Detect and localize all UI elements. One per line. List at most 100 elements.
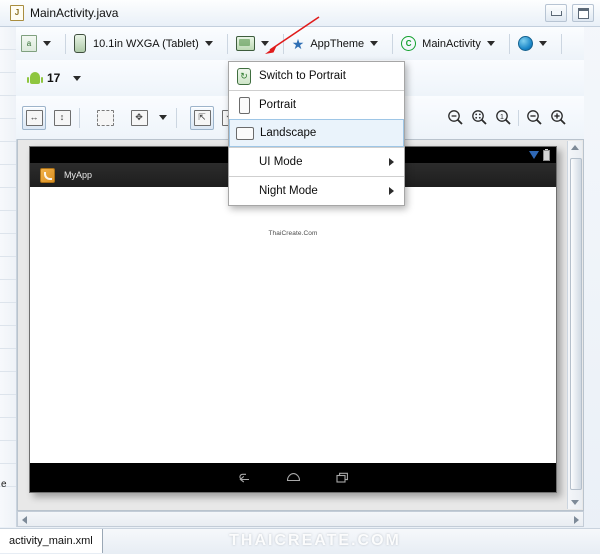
match-height-button[interactable]: ↕	[50, 106, 74, 130]
show-outline-button[interactable]	[93, 106, 117, 130]
palette-row[interactable]	[0, 418, 16, 441]
chevron-down-icon[interactable]	[538, 41, 547, 46]
distribute-icon: ✥	[130, 109, 148, 126]
match-width-button[interactable]: ↔	[22, 105, 46, 130]
outline-icon	[96, 109, 114, 126]
vertical-scroll-thumb[interactable]	[570, 158, 582, 490]
config-group[interactable]: a	[16, 27, 62, 60]
palette-row[interactable]	[0, 50, 16, 73]
palette-row[interactable]	[0, 119, 16, 142]
tab-label: activity_main.xml	[9, 535, 93, 547]
star-icon: ★	[291, 35, 305, 52]
divider	[392, 33, 394, 54]
menu-item-switch-to-portrait[interactable]: ↻ Switch to Portrait	[229, 62, 404, 90]
theme-selector[interactable]: ★ AppTheme	[287, 27, 389, 60]
menu-item-portrait[interactable]: Portrait	[229, 91, 404, 119]
palette-row[interactable]	[0, 395, 16, 418]
chevron-down-icon[interactable]	[159, 115, 167, 120]
palette-row[interactable]	[0, 441, 16, 464]
menu-item-label: UI Mode	[259, 156, 303, 168]
content-text: ThaiCreate.Com	[268, 230, 318, 237]
device-navigation-bar	[30, 463, 556, 492]
palette-row[interactable]	[0, 211, 16, 234]
chevron-down-icon[interactable]	[204, 41, 213, 46]
orientation-selector[interactable]	[231, 27, 280, 60]
chevron-down-icon[interactable]	[370, 41, 379, 46]
palette-row[interactable]	[0, 142, 16, 165]
divider	[518, 109, 519, 126]
horizontal-scrollbar[interactable]	[17, 511, 584, 527]
app-name-label: MyApp	[64, 170, 93, 180]
palette-row[interactable]	[0, 257, 16, 280]
maximize-button[interactable]	[572, 4, 594, 22]
scroll-up-arrow[interactable]	[571, 145, 579, 150]
palette-row[interactable]	[0, 96, 16, 119]
device-content-area[interactable]: ThaiCreate.Com	[30, 187, 556, 463]
configuration-icon: a	[21, 35, 37, 52]
match-width-icon: ↔	[25, 109, 43, 126]
match-height-icon: ↕	[53, 109, 71, 126]
divider	[282, 33, 284, 54]
scroll-left-arrow[interactable]	[22, 516, 27, 524]
chevron-down-icon[interactable]	[260, 41, 269, 46]
tab-activity-main-xml[interactable]: activity_main.xml	[0, 529, 103, 553]
configuration-toolbar: a 10.1in WXGA (Tablet) ★ AppTheme C Main…	[16, 27, 584, 61]
editor-tabbar: activity_main.xml	[0, 528, 600, 554]
activity-label: MainActivity	[422, 37, 481, 50]
wifi-icon	[529, 151, 539, 159]
divider	[65, 33, 66, 54]
baseline-align-icon: ⇱	[193, 109, 211, 126]
battery-icon	[543, 148, 550, 161]
android-robot-icon	[27, 71, 43, 85]
palette-row[interactable]	[0, 188, 16, 211]
minimize-button[interactable]	[545, 4, 567, 22]
chevron-down-icon[interactable]	[486, 41, 495, 46]
activity-selector[interactable]: C MainActivity	[396, 27, 506, 60]
home-icon[interactable]	[285, 471, 302, 484]
window-titlebar: J MainActivity.java	[0, 0, 600, 27]
palette-row[interactable]	[0, 349, 16, 372]
baseline-align-button[interactable]: ⇱	[190, 105, 214, 130]
orientation-landscape-icon	[235, 36, 255, 51]
palette-row[interactable]	[0, 303, 16, 326]
zoom-out-fit-icon[interactable]	[445, 108, 465, 128]
palette-strip[interactable]: e	[0, 27, 17, 527]
zoom-100-icon[interactable]: 1	[493, 108, 513, 128]
palette-row[interactable]	[0, 372, 16, 395]
palette-row[interactable]	[0, 234, 16, 257]
orientation-dropdown-menu[interactable]: ↻ Switch to Portrait Portrait Landscape …	[228, 61, 405, 206]
api-selector[interactable]: 17	[16, 60, 92, 96]
scroll-right-arrow[interactable]	[574, 516, 579, 524]
theme-label: AppTheme	[310, 37, 365, 50]
palette-edge-label: e	[1, 479, 7, 490]
activity-icon: C	[401, 36, 417, 51]
menu-item-landscape[interactable]: Landscape	[229, 119, 404, 147]
zoom-in-icon[interactable]	[548, 108, 568, 128]
palette-row[interactable]	[0, 326, 16, 349]
back-icon[interactable]	[237, 471, 252, 484]
recents-icon[interactable]	[335, 471, 350, 484]
menu-item-night-mode[interactable]: Night Mode	[229, 177, 404, 205]
chevron-down-icon[interactable]	[73, 75, 82, 81]
locale-selector[interactable]	[513, 27, 558, 60]
scroll-down-arrow[interactable]	[571, 500, 579, 505]
divider	[508, 33, 510, 54]
device-selector[interactable]: 10.1in WXGA (Tablet)	[69, 27, 224, 60]
menu-item-ui-mode[interactable]: UI Mode	[229, 148, 404, 176]
distribute-button[interactable]: ✥	[127, 106, 151, 130]
portrait-icon	[229, 96, 259, 114]
menu-item-label: Night Mode	[259, 185, 318, 197]
landscape-icon	[230, 126, 260, 140]
zoom-fit-best-icon[interactable]	[469, 108, 489, 128]
palette-row[interactable]	[0, 280, 16, 303]
palette-row[interactable]	[0, 73, 16, 96]
android-layout-editor-window: J MainActivity.java e a 10.1in WXGA (Tab…	[0, 0, 600, 554]
submenu-arrow-icon	[389, 187, 394, 195]
zoom-out-icon[interactable]	[524, 108, 544, 128]
app-icon	[40, 167, 55, 183]
palette-row[interactable]	[0, 27, 16, 50]
chevron-down-icon[interactable]	[43, 41, 51, 46]
vertical-scrollbar[interactable]	[567, 141, 582, 509]
palette-row[interactable]	[0, 165, 16, 188]
device-icon	[74, 34, 86, 53]
